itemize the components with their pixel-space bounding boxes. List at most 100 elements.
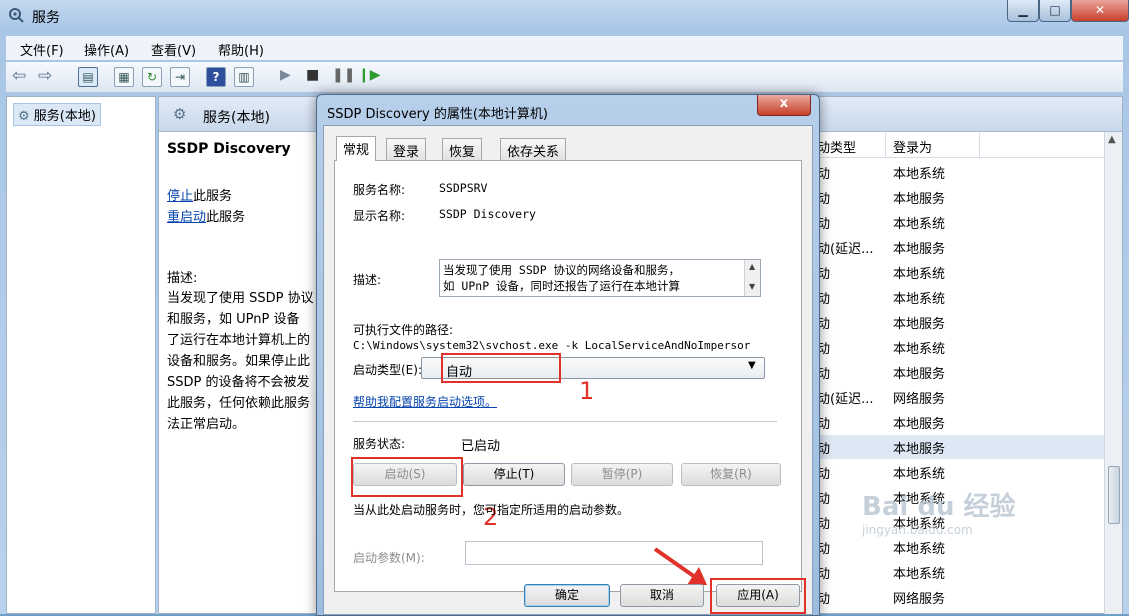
tree-item-services-local[interactable]: ⚙ 服务(本地) xyxy=(13,103,101,126)
button-label: 恢复(R) xyxy=(710,467,752,481)
tab-logon[interactable]: 登录 xyxy=(386,138,427,160)
tab-general[interactable]: 常规 xyxy=(336,136,377,161)
logon-cell: 本地服务 xyxy=(893,317,946,332)
start-params-input[interactable] xyxy=(465,541,763,565)
minimize-button[interactable]: ▁ xyxy=(1007,0,1039,22)
export-list-icon[interactable]: ⇥ xyxy=(170,67,190,87)
desc-line: 如 UPnP 设备，同时还报告了运行在本地计算 xyxy=(443,279,681,293)
console-tree: ⚙ 服务(本地) xyxy=(6,96,156,614)
desc-line: 法正常启动。 xyxy=(167,417,246,432)
restart-service-suffix: 此服务 xyxy=(206,210,246,225)
logon-cell: 本地服务 xyxy=(893,442,946,457)
button-label: 取消 xyxy=(649,588,674,602)
scroll-down-icon[interactable]: ▼ xyxy=(749,282,755,291)
logon-cell: 本地系统 xyxy=(893,467,946,482)
pause-button[interactable]: 暂停(P) xyxy=(571,463,673,486)
logon-cell: 本地系统 xyxy=(893,542,946,557)
logon-cell: 本地系统 xyxy=(893,292,946,307)
desc-line: 此服务，任何依赖此服务 xyxy=(167,396,311,411)
detail-description: 当发现了使用 SSDP 协议 和服务，如 UPnP 设备 了运行在本地计算机上的… xyxy=(167,288,317,435)
menu-help[interactable]: 帮助(H) xyxy=(218,40,264,59)
selected-row-highlight xyxy=(809,435,1109,459)
description-textbox[interactable]: 当发现了使用 SSDP 协议的网络设备和服务， 如 UPnP 设备，同时还报告了… xyxy=(439,259,761,297)
menu-action[interactable]: 操作(A) xyxy=(84,40,129,59)
logon-cell: 本地服务 xyxy=(893,242,946,257)
stop-service-link[interactable]: 停止 xyxy=(167,189,193,204)
window-title: 服务 xyxy=(32,10,60,26)
maximize-button[interactable]: □ xyxy=(1039,0,1071,22)
list-scrollbar[interactable]: ▲ xyxy=(1104,132,1122,614)
tree-item-label: 服务(本地) xyxy=(33,109,96,124)
back-arrow-icon[interactable]: ⇦ xyxy=(12,66,26,86)
tab-dependencies[interactable]: 依存关系 xyxy=(500,138,567,160)
desc-line: 设备和服务。如果停止此 xyxy=(167,354,311,369)
show-hide-console-tree-icon[interactable]: ▤ xyxy=(78,67,98,87)
annotation-highlight-1 xyxy=(441,353,561,383)
desc-line: SSDP 的设备将不会被发 xyxy=(167,375,310,390)
pause-service-icon[interactable]: ❚❚ xyxy=(332,67,355,83)
startup-cell: 动(延迟... xyxy=(817,392,874,407)
scroll-up-icon[interactable]: ▲ xyxy=(1108,134,1116,145)
services-gear-icon xyxy=(9,8,24,23)
path-label: 可执行文件的路径: xyxy=(353,323,454,337)
stop-button[interactable]: 停止(T) xyxy=(463,463,565,486)
properties-sheet-icon[interactable]: ▦ xyxy=(114,67,134,87)
start-params-label: 启动参数(M): xyxy=(353,551,425,565)
logon-cell: 本地系统 xyxy=(893,167,946,182)
services-gear-icon: ⚙ xyxy=(18,109,30,124)
ok-button[interactable]: 确定 xyxy=(524,584,610,607)
logon-cell: 本地服务 xyxy=(893,192,946,207)
close-button[interactable]: ✕ xyxy=(1071,0,1129,22)
description-scrollbar[interactable]: ▲ ▼ xyxy=(744,260,760,296)
desc-line: 当发现了使用 SSDP 协议的网络设备和服务， xyxy=(443,263,681,277)
restart-service-line: 重启动此服务 xyxy=(167,206,245,225)
startup-type-label: 启动类型(E): xyxy=(353,363,422,377)
menu-file[interactable]: 文件(F) xyxy=(20,40,64,59)
resume-button[interactable]: 恢复(R) xyxy=(681,463,781,486)
restart-service-link[interactable]: 重启动 xyxy=(167,210,206,225)
services-gear-icon: ⚙ xyxy=(173,105,187,123)
path-value: C:\Windows\system32\svchost.exe -k Local… xyxy=(353,339,751,352)
column-header-startup-type[interactable]: 动类型 xyxy=(817,137,856,156)
logon-cell: 本地系统 xyxy=(893,342,946,357)
logon-cell: 网络服务 xyxy=(893,592,946,607)
menu-bar: 文件(F) 操作(A) 查看(V) 帮助(H) xyxy=(6,36,1123,60)
dialog-body: 常规 登录 恢复 依存关系 服务名称: SSDPSRV 显示名称: SSDP D… xyxy=(323,125,813,615)
forward-arrow-icon[interactable]: ⇨ xyxy=(38,66,52,86)
button-label: 确定 xyxy=(554,588,579,602)
watermark-url: jingyan.baidu.com xyxy=(862,523,973,537)
tab-label: 依存关系 xyxy=(507,145,560,160)
toolbar: ⇦ ⇨ ▤ ▦ ↻ ⇥ ? ▥ ▶ ■ ❚❚ ❙▶ xyxy=(6,62,1123,93)
refresh-icon[interactable]: ↻ xyxy=(142,67,162,87)
column-header-logon[interactable]: 登录为 xyxy=(885,137,932,156)
desc-line: 和服务，如 UPnP 设备 xyxy=(167,312,300,327)
help-configure-startup-link[interactable]: 帮助我配置服务启动选项。 xyxy=(353,393,497,410)
menu-view[interactable]: 查看(V) xyxy=(151,40,196,59)
stop-service-icon[interactable]: ■ xyxy=(306,67,319,83)
cancel-button[interactable]: 取消 xyxy=(620,584,704,607)
content-title: 服务(本地) xyxy=(203,110,270,126)
restart-service-icon[interactable]: ❙▶ xyxy=(358,67,381,83)
service-name-label: 服务名称: xyxy=(353,183,406,197)
dialog-close-button[interactable]: x xyxy=(757,95,811,116)
annotation-highlight-3 xyxy=(710,578,806,614)
display-name-value: SSDP Discovery xyxy=(439,207,536,221)
chevron-down-icon: ▼ xyxy=(748,360,756,371)
column-divider xyxy=(979,133,980,157)
scroll-up-icon[interactable]: ▲ xyxy=(749,262,755,271)
desc-line: 了运行在本地计算机上的 xyxy=(167,333,311,348)
action-pane-icon[interactable]: ▥ xyxy=(234,67,254,87)
properties-dialog: SSDP Discovery 的属性(本地计算机) x 常规 登录 恢复 依存关… xyxy=(316,94,820,616)
start-service-play-icon[interactable]: ▶ xyxy=(280,67,291,83)
watermark: Bai du 经验 jingyan.baidu.com xyxy=(862,486,1016,537)
dialog-title: SSDP Discovery 的属性(本地计算机) xyxy=(327,107,548,122)
logon-cell: 本地系统 xyxy=(893,567,946,582)
help-icon[interactable]: ? xyxy=(206,67,226,87)
logon-cell: 本地系统 xyxy=(893,217,946,232)
maximize-icon: □ xyxy=(1049,3,1061,17)
description-label: 描述: xyxy=(353,273,382,287)
display-name-label: 显示名称: xyxy=(353,209,406,223)
scrollbar-thumb[interactable] xyxy=(1108,466,1120,524)
tab-recovery[interactable]: 恢复 xyxy=(442,138,483,160)
tab-label: 常规 xyxy=(343,143,370,158)
